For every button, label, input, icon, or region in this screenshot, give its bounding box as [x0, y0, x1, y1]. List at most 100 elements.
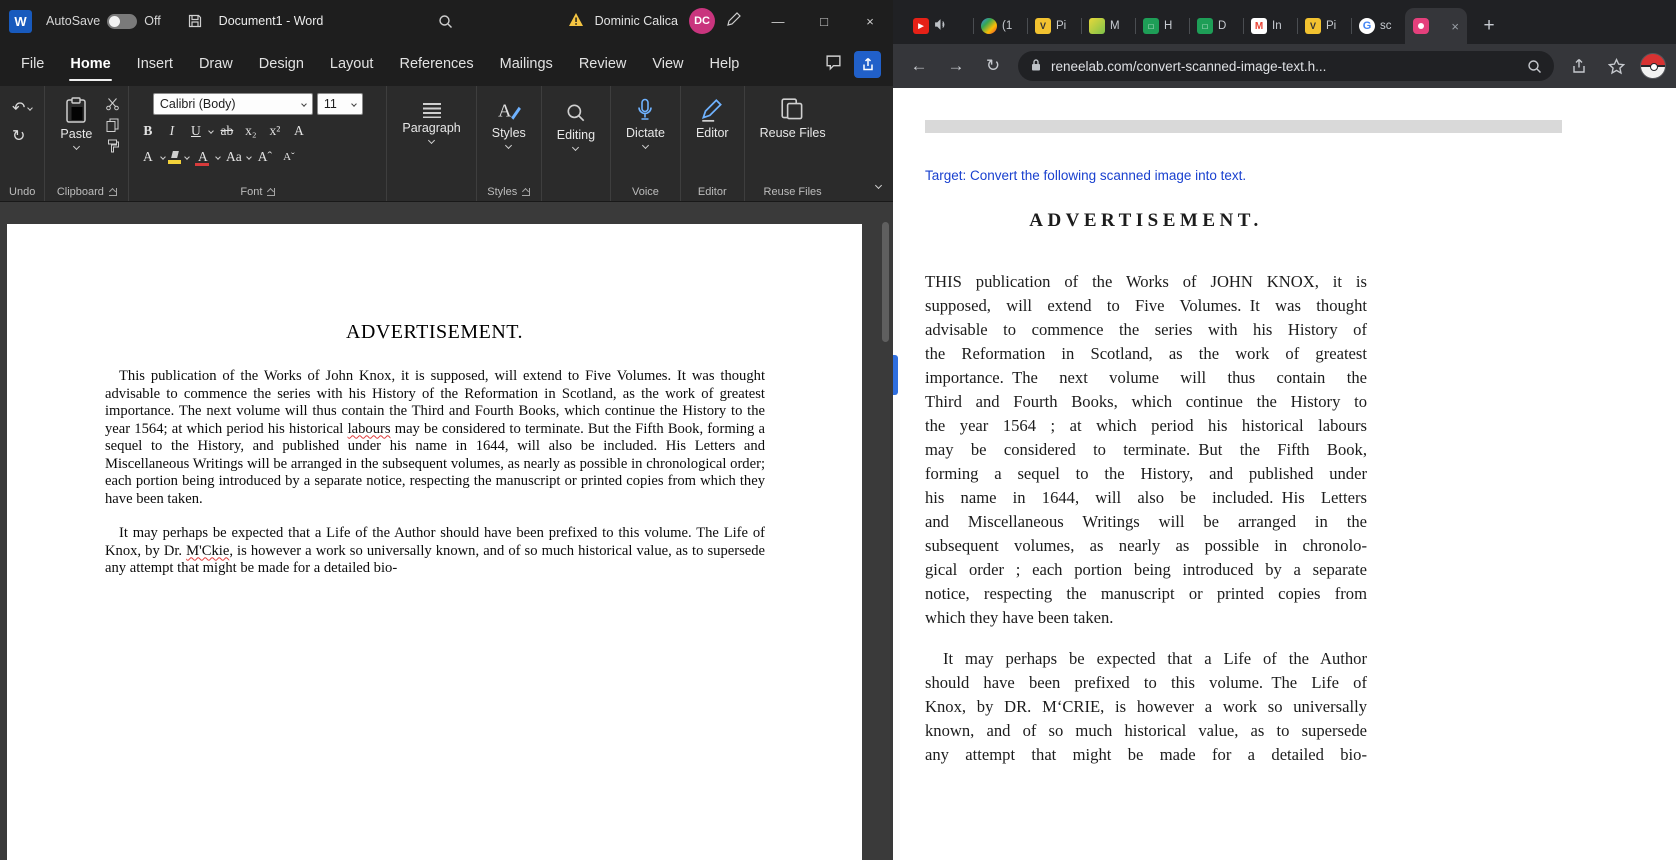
share-icon[interactable]: [1563, 50, 1595, 82]
undo-icon[interactable]: ↶: [8, 97, 36, 119]
tab-file[interactable]: File: [8, 42, 57, 86]
styles-dropdown-icon[interactable]: [505, 141, 513, 150]
bookmark-star-icon[interactable]: [1600, 50, 1632, 82]
copy-icon[interactable]: [105, 118, 120, 132]
autosave-toggle[interactable]: [107, 13, 138, 29]
document-canvas[interactable]: ADVERTISEMENT. This publication of the W…: [0, 202, 893, 860]
paste-button[interactable]: Paste: [53, 93, 99, 153]
font-color-dropdown-icon[interactable]: [215, 154, 222, 160]
browser-tab-m[interactable]: M: [1081, 8, 1135, 44]
tab-layout[interactable]: Layout: [317, 42, 387, 86]
change-case-button[interactable]: Aa: [223, 147, 244, 167]
browser-tab-d[interactable]: □ D: [1189, 8, 1243, 44]
tab-mailings[interactable]: Mailings: [487, 42, 566, 86]
tab-design[interactable]: Design: [246, 42, 317, 86]
draw-icon[interactable]: [726, 12, 741, 30]
highlight-color-button[interactable]: [168, 151, 182, 164]
tab-insert[interactable]: Insert: [124, 42, 186, 86]
font-name-select[interactable]: Calibri (Body): [152, 93, 313, 115]
word-scrollbar-thumb[interactable]: [882, 222, 889, 342]
word-logo-icon[interactable]: W: [9, 9, 32, 33]
styles-label: Styles: [491, 126, 526, 140]
browser-tab-chat[interactable]: (1: [973, 8, 1027, 44]
paragraph-button[interactable]: Paragraph: [395, 99, 467, 147]
font-color-button[interactable]: A: [192, 147, 213, 167]
underline-dropdown-icon[interactable]: [208, 128, 215, 134]
browser-tab-pi-1[interactable]: V Pi: [1027, 8, 1081, 44]
tab-references[interactable]: References: [386, 42, 486, 86]
text-effects-button[interactable]: A: [137, 147, 158, 167]
paragraph-dropdown-icon[interactable]: [428, 136, 436, 145]
styles-dialog-launcher-icon[interactable]: [522, 188, 531, 196]
editing-button[interactable]: Editing: [550, 97, 602, 154]
save-icon[interactable]: [187, 13, 203, 29]
highlight-dropdown-icon[interactable]: [184, 154, 191, 160]
browser-tab-youtube[interactable]: ▶: [905, 8, 973, 44]
ribbon-collapse-icon[interactable]: [874, 175, 883, 193]
change-case-dropdown-icon[interactable]: [246, 154, 253, 160]
document-paragraph-1[interactable]: This publication of the Works of John Kn…: [105, 368, 765, 508]
minimize-button[interactable]: —: [755, 0, 801, 42]
document-page[interactable]: ADVERTISEMENT. This publication of the W…: [7, 224, 862, 860]
comments-icon[interactable]: [825, 54, 842, 75]
close-button[interactable]: ×: [847, 0, 893, 42]
share-button[interactable]: [854, 50, 881, 78]
profile-avatar[interactable]: [1640, 53, 1666, 79]
reuse-files-button[interactable]: Reuse Files: [753, 93, 833, 144]
tab-label: sc: [1380, 20, 1392, 32]
font-dialog-launcher-icon[interactable]: [267, 188, 276, 196]
editor-button[interactable]: Editor: [689, 93, 736, 144]
italic-button[interactable]: I: [161, 121, 182, 141]
tab-help[interactable]: Help: [697, 42, 753, 86]
text-effects-dropdown-icon[interactable]: [160, 154, 167, 160]
browser-tab-h[interactable]: □ H: [1135, 8, 1189, 44]
bold-button[interactable]: B: [137, 121, 158, 141]
tab-draw[interactable]: Draw: [186, 42, 246, 86]
styles-button[interactable]: A Styles: [485, 93, 533, 152]
tab-home[interactable]: Home: [57, 42, 123, 86]
zoom-icon[interactable]: [1527, 59, 1542, 74]
subscript-button[interactable]: x₂: [240, 121, 261, 141]
paste-dropdown-icon[interactable]: [72, 142, 80, 151]
dictate-button[interactable]: Dictate: [619, 93, 672, 152]
browser-tab-active[interactable]: ×: [1405, 8, 1467, 44]
address-bar[interactable]: reneelab.com/convert-scanned-image-text.…: [1018, 51, 1554, 81]
forward-button[interactable]: →: [940, 50, 972, 82]
redo-icon[interactable]: ↻: [8, 125, 36, 147]
clipboard-dialog-launcher-icon[interactable]: [108, 188, 117, 196]
edge-marker[interactable]: [893, 355, 898, 395]
browser-tab-google[interactable]: G sc: [1351, 8, 1405, 44]
reload-button[interactable]: ↻: [977, 50, 1009, 82]
clear-formatting-button[interactable]: A: [288, 121, 309, 141]
warning-icon[interactable]: [568, 12, 584, 30]
search-icon[interactable]: [438, 14, 453, 29]
user-avatar[interactable]: DC: [689, 8, 716, 34]
dictate-dropdown-icon[interactable]: [641, 141, 650, 150]
back-button[interactable]: ←: [903, 50, 935, 82]
font-size-select[interactable]: 11: [316, 93, 363, 115]
url-text[interactable]: reneelab.com/convert-scanned-image-text.…: [1051, 59, 1326, 74]
tab-audio-icon[interactable]: [934, 18, 947, 34]
editing-dropdown-icon[interactable]: [572, 143, 580, 152]
tab-view[interactable]: View: [639, 42, 696, 86]
new-tab-button[interactable]: +: [1475, 12, 1503, 40]
maximize-button[interactable]: □: [801, 0, 847, 42]
tab-close-icon[interactable]: ×: [1451, 20, 1459, 33]
tab-review[interactable]: Review: [566, 42, 640, 86]
tab-label: In: [1272, 20, 1282, 32]
cut-icon[interactable]: [105, 97, 120, 111]
superscript-button[interactable]: x²: [264, 121, 285, 141]
browser-tab-pi-2[interactable]: V Pi: [1297, 8, 1351, 44]
grow-font-button[interactable]: Aˆ: [254, 147, 275, 167]
undo-dropdown-icon[interactable]: [27, 105, 34, 111]
browser-tab-inbox[interactable]: M In: [1243, 8, 1297, 44]
document-paragraph-2[interactable]: It may perhaps be expected that a Life o…: [105, 525, 765, 578]
strikethrough-button[interactable]: ab: [216, 121, 237, 141]
shrink-font-button[interactable]: Aˇ: [278, 147, 299, 167]
autosave-control[interactable]: AutoSave Off: [46, 13, 161, 29]
lock-icon[interactable]: [1030, 58, 1042, 75]
format-painter-icon[interactable]: [105, 139, 120, 153]
underline-button[interactable]: U: [185, 121, 206, 141]
word-scrollbar[interactable]: [880, 208, 891, 854]
user-name[interactable]: Dominic Calica: [595, 14, 678, 28]
